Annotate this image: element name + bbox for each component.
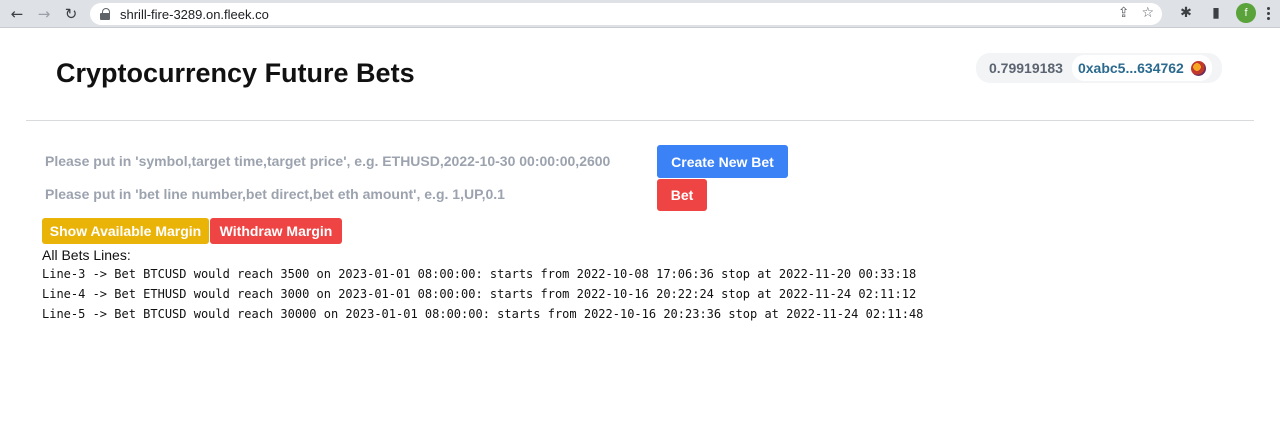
- extensions-puzzle-icon[interactable]: ✱: [1176, 3, 1196, 23]
- lock-icon[interactable]: [100, 8, 112, 20]
- bet-button[interactable]: Bet: [657, 179, 707, 211]
- bet-line-item: Line-5 -> Bet BTCUSD would reach 30000 o…: [42, 307, 924, 321]
- side-panel-icon[interactable]: ▮: [1206, 3, 1226, 23]
- browser-menu-icon[interactable]: [1266, 6, 1270, 20]
- header-divider: [26, 120, 1254, 121]
- wallet-balance: 0.79919183: [989, 60, 1063, 76]
- wallet-widget[interactable]: 0.79919183 0xabc5...634762: [976, 53, 1222, 83]
- back-icon[interactable]: ←: [6, 3, 28, 25]
- address-bar[interactable]: shrill-fire-3289.on.fleek.co ⇪ ☆: [90, 3, 1162, 25]
- bets-heading: All Bets Lines:: [42, 247, 131, 263]
- new-bet-input[interactable]: [42, 148, 642, 174]
- wallet-address: 0xabc5...634762: [1077, 60, 1184, 76]
- bookmark-star-icon[interactable]: ☆: [1141, 5, 1154, 21]
- forward-icon[interactable]: →: [33, 3, 55, 25]
- bet-input[interactable]: [42, 181, 642, 207]
- page-title: Cryptocurrency Future Bets: [56, 58, 415, 88]
- bet-line-item: Line-3 -> Bet BTCUSD would reach 3500 on…: [42, 267, 917, 281]
- browser-toolbar: ← → ↻ shrill-fire-3289.on.fleek.co ⇪ ☆ ✱…: [0, 0, 1280, 28]
- withdraw-margin-button[interactable]: Withdraw Margin: [210, 218, 342, 244]
- profile-avatar[interactable]: f: [1236, 3, 1256, 23]
- url-text[interactable]: shrill-fire-3289.on.fleek.co: [120, 7, 269, 22]
- create-new-bet-button[interactable]: Create New Bet: [657, 145, 788, 178]
- wallet-avatar-icon: [1190, 60, 1206, 76]
- share-icon[interactable]: ⇪: [1118, 5, 1130, 21]
- reload-icon[interactable]: ↻: [60, 3, 82, 25]
- bet-line-item: Line-4 -> Bet ETHUSD would reach 3000 on…: [42, 287, 917, 301]
- show-available-margin-button[interactable]: Show Available Margin: [42, 218, 209, 244]
- wallet-address-button[interactable]: 0xabc5...634762: [1071, 55, 1212, 81]
